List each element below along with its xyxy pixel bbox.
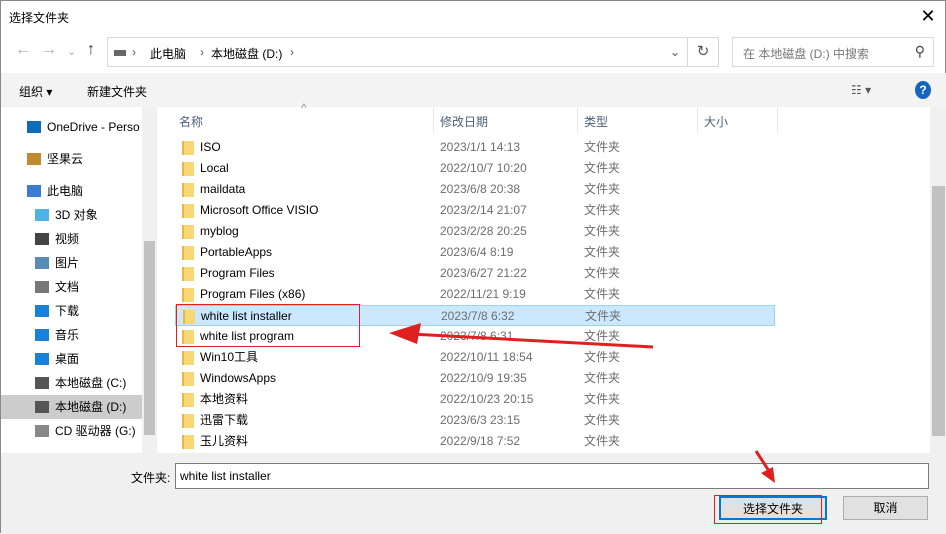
annotation-arrowhead bbox=[389, 323, 421, 344]
annotation-arrow bbox=[410, 332, 654, 349]
annotation-arrows bbox=[389, 323, 775, 483]
annotation-arrow bbox=[754, 450, 771, 472]
